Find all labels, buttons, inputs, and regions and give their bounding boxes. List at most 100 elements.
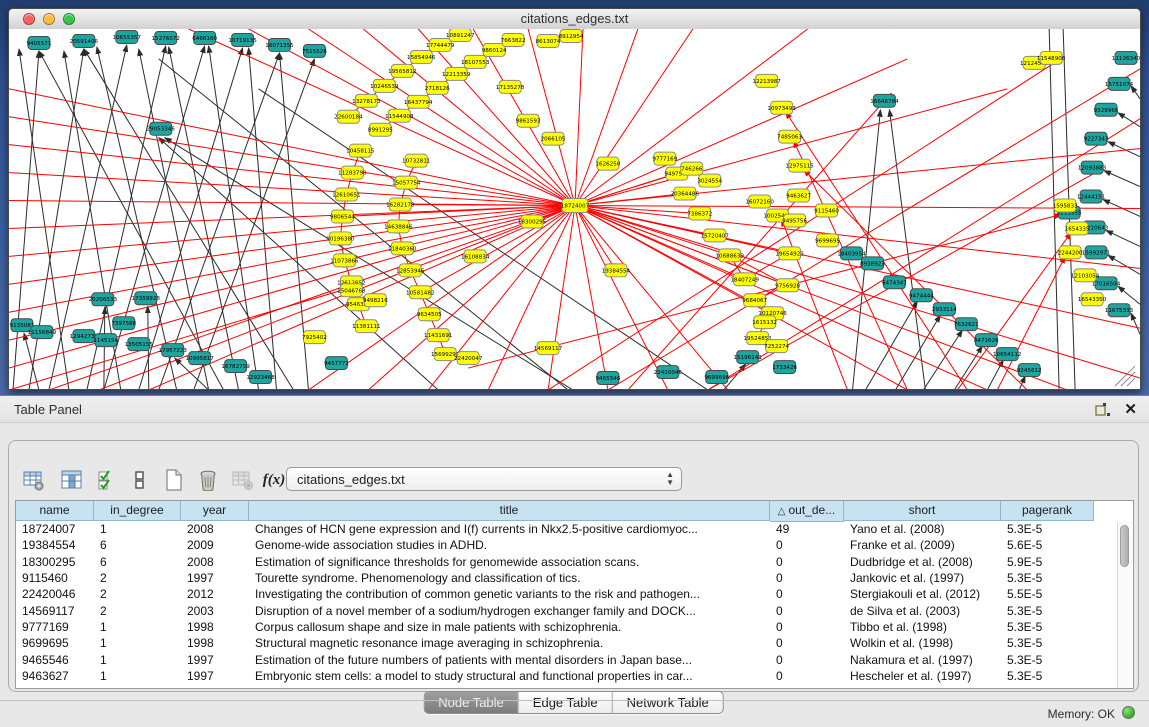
network-node[interactable]: 15720407 [701, 229, 730, 242]
cell-name[interactable]: 9115460 [16, 571, 94, 585]
cell-out_de[interactable]: 49 [770, 522, 844, 536]
network-node[interactable]: 9861593 [516, 114, 541, 127]
network-node[interactable]: 16108834 [461, 250, 490, 263]
network-node[interactable]: 12213987 [752, 74, 781, 87]
cell-short[interactable]: Dudbridge et al. (2008) [844, 555, 1001, 569]
network-node[interactable]: 22600184 [334, 110, 363, 123]
network-node[interactable]: 29053346 [147, 122, 176, 135]
table-row[interactable]: 969969511998Structural magnetic resonanc… [16, 635, 1133, 651]
delete-trash-icon[interactable] [195, 467, 221, 493]
cell-in_degree[interactable]: 1 [94, 653, 181, 667]
cell-title[interactable]: Estimation of significance thresholds fo… [249, 555, 770, 569]
cell-title[interactable]: Genome-wide association studies in ADHD. [249, 538, 770, 552]
row-height-icon[interactable] [127, 467, 153, 493]
cell-out_de[interactable]: 0 [770, 555, 844, 569]
network-node[interactable]: 9699696 [704, 371, 729, 384]
cell-pagerank[interactable]: 5.3E-5 [1001, 653, 1094, 667]
network-node[interactable]: 10196380 [326, 232, 355, 245]
network-node[interactable]: 16648784 [870, 94, 899, 107]
cell-short[interactable]: Yano et al. (2008) [844, 522, 1001, 536]
network-node[interactable]: 8912954 [559, 29, 584, 42]
table-row[interactable]: 1456911722003Disruption of a novel membe… [16, 602, 1133, 618]
delete-table-icon-disabled[interactable] [230, 467, 256, 493]
network-node[interactable]: 10719135 [228, 33, 257, 46]
network-node[interactable]: 11073866 [330, 254, 359, 267]
cell-short[interactable]: de Silva et al. (2003) [844, 604, 1001, 618]
close-icon[interactable]: ✕ [1124, 400, 1137, 418]
network-node[interactable]: 17359928 [132, 292, 161, 305]
network-node[interactable]: 9115460 [814, 204, 839, 217]
network-node[interactable]: 8613074 [536, 34, 561, 47]
network-node[interactable]: 16072160 [745, 195, 774, 208]
network-node[interactable]: 16071355 [265, 38, 294, 51]
new-file-icon[interactable] [161, 467, 187, 493]
network-node[interactable]: 17135278 [496, 80, 525, 93]
network-node[interactable]: 9684067 [742, 294, 767, 307]
network-node[interactable]: 2244200 [1058, 246, 1083, 259]
cell-title[interactable]: Tourette syndrome. Phenomenology and cla… [249, 571, 770, 585]
network-node[interactable]: 10458115 [346, 144, 375, 157]
network-node[interactable]: 8991295 [368, 123, 393, 136]
cell-short[interactable]: Jankovic et al. (1997) [844, 571, 1001, 585]
network-node[interactable]: 15751074 [1105, 77, 1134, 90]
column-header-short[interactable]: short [844, 501, 1001, 521]
network-node[interactable]: 1654335 [1065, 222, 1090, 235]
table-row[interactable]: 1938455462009Genome-wide association stu… [16, 537, 1133, 553]
network-node[interactable]: 12213359 [442, 67, 471, 80]
network-node[interactable]: 10732811 [402, 154, 431, 167]
network-node[interactable]: 7485063 [777, 130, 802, 143]
cell-in_degree[interactable]: 6 [94, 555, 181, 569]
cell-out_de[interactable]: 0 [770, 571, 844, 585]
cell-out_de[interactable]: 0 [770, 620, 844, 634]
network-node[interactable]: 9777169 [652, 152, 677, 165]
tab-network-table[interactable]: Network Table [612, 692, 723, 713]
network-table-dropdown[interactable]: citations_edges.txt ▲▼ [286, 467, 682, 491]
table-mode-icon[interactable] [21, 467, 47, 493]
network-node[interactable]: 11431691 [424, 329, 453, 342]
network-node[interactable]: 10891247 [446, 29, 475, 41]
network-node[interactable]: 10973493 [767, 101, 796, 114]
network-node[interactable]: 11840360 [388, 242, 417, 255]
cell-pagerank[interactable]: 5.3E-5 [1001, 571, 1094, 585]
network-node[interactable]: 7252274 [764, 340, 789, 353]
network-node[interactable]: 9465546 [596, 372, 621, 385]
network-node[interactable]: 12103054 [1071, 269, 1100, 282]
network-node[interactable]: 12444151 [1077, 190, 1106, 203]
cell-in_degree[interactable]: 1 [94, 620, 181, 634]
column-header-name[interactable]: name [16, 501, 94, 521]
network-node[interactable]: 12610651 [332, 188, 361, 201]
network-node[interactable]: 20206533 [89, 293, 118, 306]
network-node[interactable]: 16437794 [404, 95, 433, 108]
function-builder-icon[interactable]: f(x) [261, 467, 287, 493]
cell-year[interactable]: 1998 [181, 620, 249, 634]
network-node[interactable]: 10654112 [993, 348, 1021, 361]
cell-out_de[interactable]: 0 [770, 653, 844, 667]
cell-pagerank[interactable]: 5.3E-5 [1001, 522, 1094, 536]
cell-title[interactable]: Estimation of the future numbers of pati… [249, 653, 770, 667]
network-node[interactable]: 9405571 [27, 36, 52, 49]
cell-in_degree[interactable]: 1 [94, 636, 181, 650]
cell-in_degree[interactable]: 1 [94, 669, 181, 683]
network-node[interactable]: 15854946 [407, 50, 436, 63]
network-node[interactable]: 8471626 [974, 334, 999, 347]
network-node[interactable]: 10246539 [370, 79, 399, 92]
network-node[interactable]: 7397588 [111, 317, 136, 330]
network-node[interactable]: 15992971 [1082, 246, 1111, 259]
cell-name[interactable]: 9463627 [16, 669, 94, 683]
network-node[interactable]: 14569117 [534, 342, 563, 355]
network-node[interactable]: 10655357 [113, 30, 142, 43]
vertical-scrollbar[interactable] [1117, 522, 1132, 688]
network-node[interactable]: 6474347 [882, 276, 907, 289]
cell-pagerank[interactable]: 5.3E-5 [1001, 669, 1094, 683]
cell-pagerank[interactable]: 5.5E-5 [1001, 587, 1094, 601]
cell-name[interactable]: 22420046 [16, 587, 94, 601]
network-node[interactable]: 6466160 [192, 31, 217, 44]
network-node[interactable]: 9806544 [330, 210, 355, 223]
network-node[interactable]: 19565812 [388, 64, 416, 77]
cell-in_degree[interactable]: 2 [94, 604, 181, 618]
scrollbar-thumb[interactable] [1120, 525, 1129, 567]
network-node[interactable]: 15057754 [392, 176, 421, 189]
cell-in_degree[interactable]: 2 [94, 571, 181, 585]
network-node[interactable]: 9634505 [417, 308, 442, 321]
network-node[interactable]: 16782759 [221, 360, 250, 373]
